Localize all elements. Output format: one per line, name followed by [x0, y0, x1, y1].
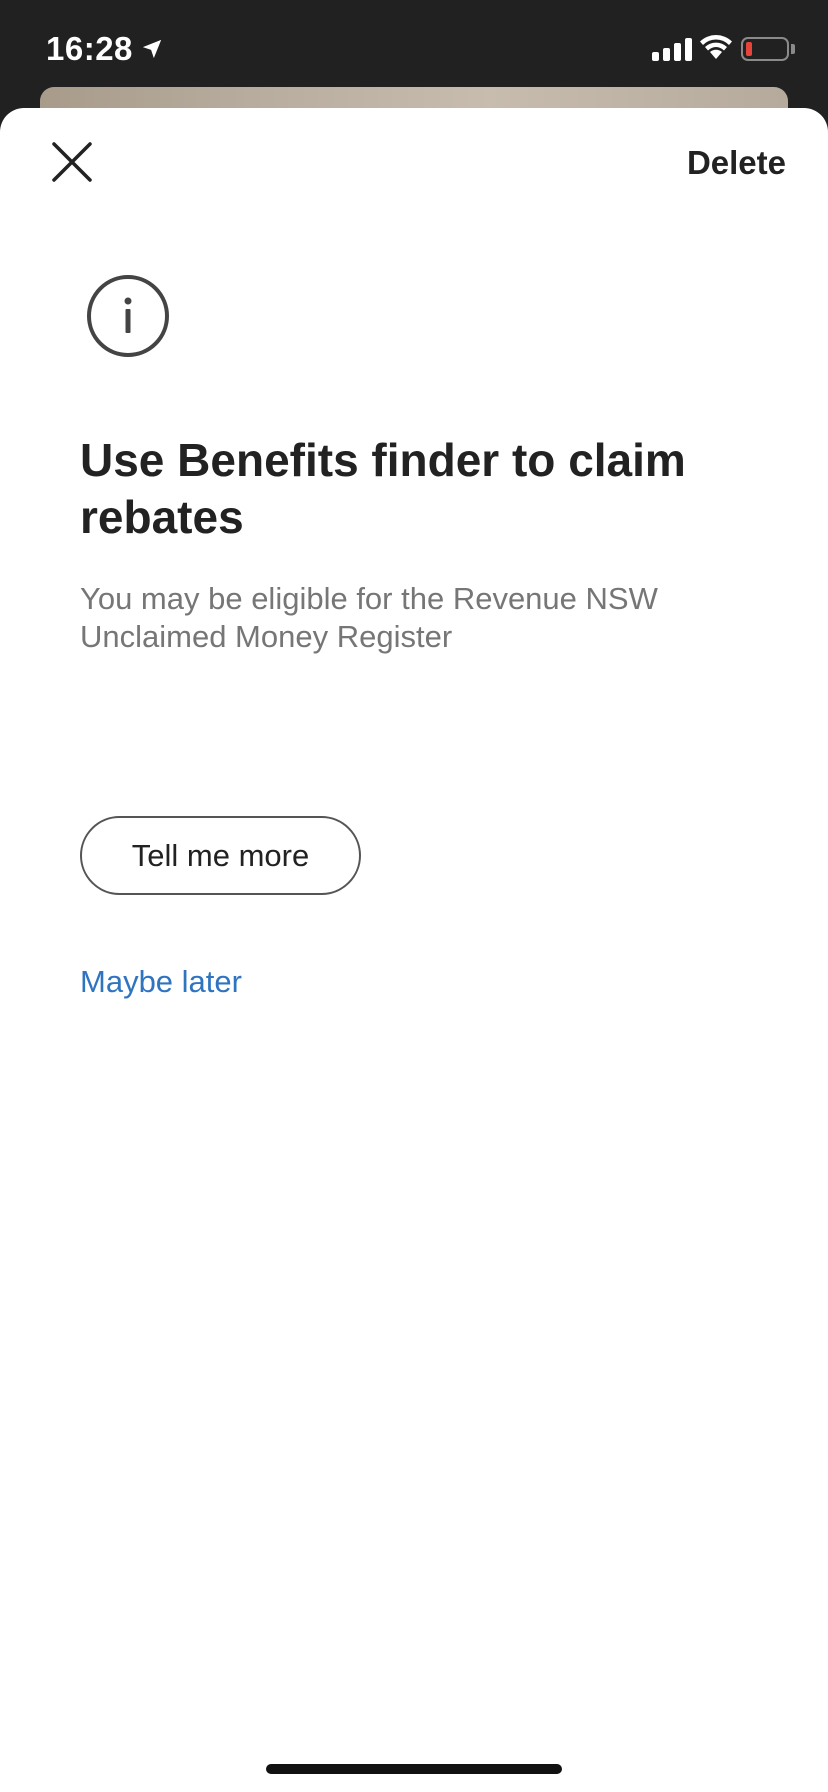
home-indicator[interactable]: [266, 1764, 562, 1774]
tell-me-more-label: Tell me more: [131, 837, 310, 873]
wifi-icon: [700, 35, 732, 59]
status-time: 16:28: [46, 30, 163, 68]
modal-sheet: [0, 108, 828, 1792]
delete-button[interactable]: Delete: [687, 144, 786, 182]
page-title: Use Benefits finder to claim rebates: [80, 434, 686, 543]
close-button[interactable]: [50, 140, 94, 184]
time-label: 16:28: [46, 30, 133, 67]
tell-me-more-button[interactable]: Tell me more: [80, 816, 361, 895]
maybe-later-link[interactable]: Maybe later: [80, 964, 242, 1000]
description-text: You may be eligible for the Revenue NSW …: [80, 581, 658, 654]
cellular-signal-icon: [652, 37, 692, 61]
info-circle-icon: [87, 275, 169, 357]
battery-cap: [791, 44, 795, 54]
battery-level: [746, 42, 752, 56]
close-icon: [52, 142, 92, 182]
status-bar: 16:28: [0, 0, 828, 100]
location-arrow-icon: [142, 39, 162, 59]
battery-icon: [741, 37, 789, 61]
